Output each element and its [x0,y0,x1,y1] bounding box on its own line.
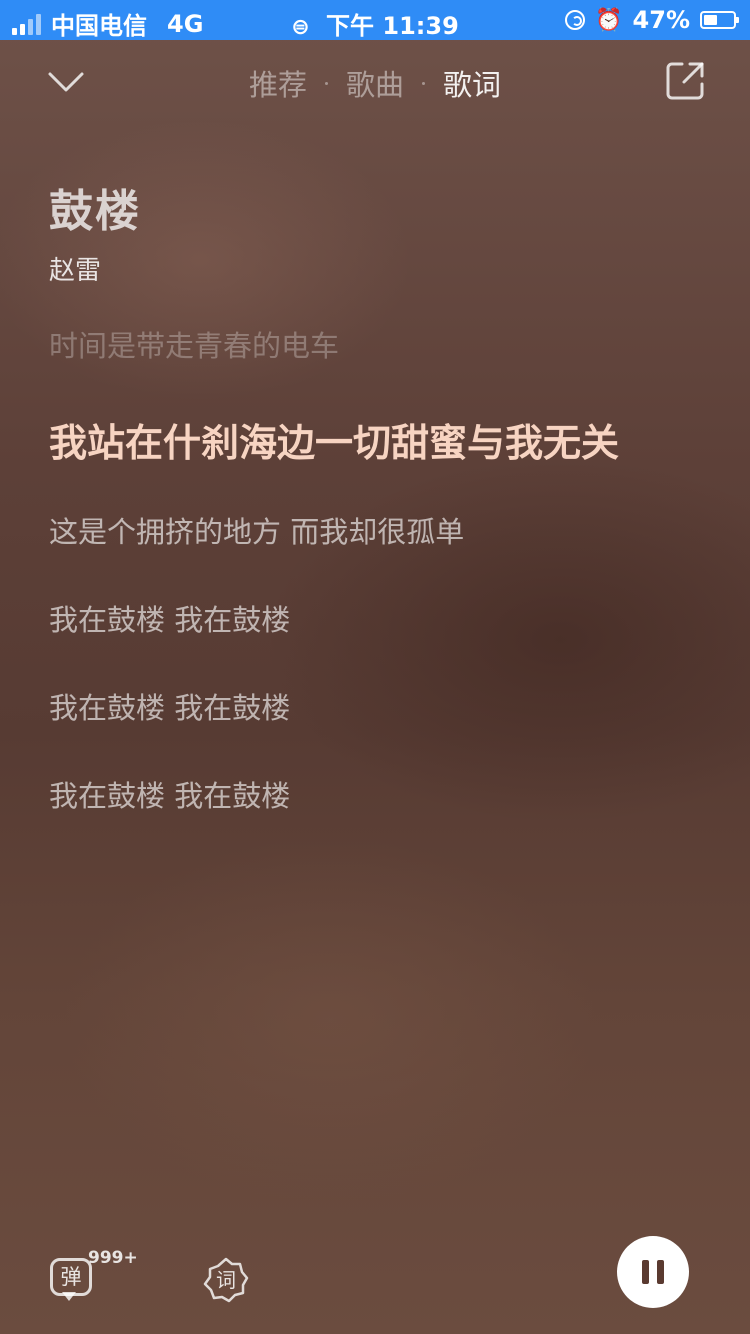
artist-name[interactable]: 赵雷 [49,250,101,287]
lyrics-list[interactable]: 时间是带走青春的电车 我站在什刹海边一切甜蜜与我无关 这是个拥挤的地方 而我却很… [49,326,709,816]
lyric-line[interactable]: 我在鼓楼 我在鼓楼 [49,776,709,816]
status-right: ⏰ 47% [565,6,739,34]
lyric-line[interactable]: 我在鼓楼 我在鼓楼 [49,600,709,640]
tab-recommend[interactable]: 推荐 [237,62,319,104]
status-time: 下午 11:39 [326,12,459,40]
tab-separator [422,81,425,85]
tab-lyrics[interactable]: 歌词 [431,62,513,104]
lyric-line[interactable]: 这是个拥挤的地方 而我却很孤单 [49,512,709,552]
danmu-tail [62,1292,76,1301]
lyric-line-current[interactable]: 我站在什刹海边一切甜蜜与我无关 [49,418,709,468]
top-nav: 推荐 歌曲 歌词 [0,40,750,124]
tab-bar: 推荐 歌曲 歌词 [0,62,750,104]
status-bar: 中国电信 4G ⊜ 下午 11:39 ⏰ 47% [0,0,750,40]
battery-fill [704,15,717,25]
song-title: 鼓楼 [49,186,141,237]
lyric-label: 词 [216,1268,236,1292]
share-icon[interactable] [664,60,706,102]
tab-song[interactable]: 歌曲 [334,62,416,104]
lyric-line[interactable]: 我在鼓楼 我在鼓楼 [49,688,709,728]
tab-separator [324,81,328,85]
pause-button[interactable] [617,1236,689,1308]
pause-icon [642,1260,649,1284]
danmu-button[interactable]: 弹 999+ [48,1248,144,1310]
link-icon: ⊜ [291,15,310,40]
alarm-icon: ⏰ [595,7,623,33]
pause-icon-bar [657,1260,664,1284]
battery-percent: 47% [632,6,690,34]
danmu-label: 弹 [60,1265,82,1289]
danmu-icon: 弹 [50,1258,92,1296]
danmu-count: 999+ [88,1248,138,1268]
battery-icon [700,11,739,29]
orientation-lock-icon [565,10,586,30]
lyric-line[interactable]: 时间是带走青春的电车 [49,326,709,366]
lyric-poster-button[interactable]: 词 [202,1256,250,1304]
